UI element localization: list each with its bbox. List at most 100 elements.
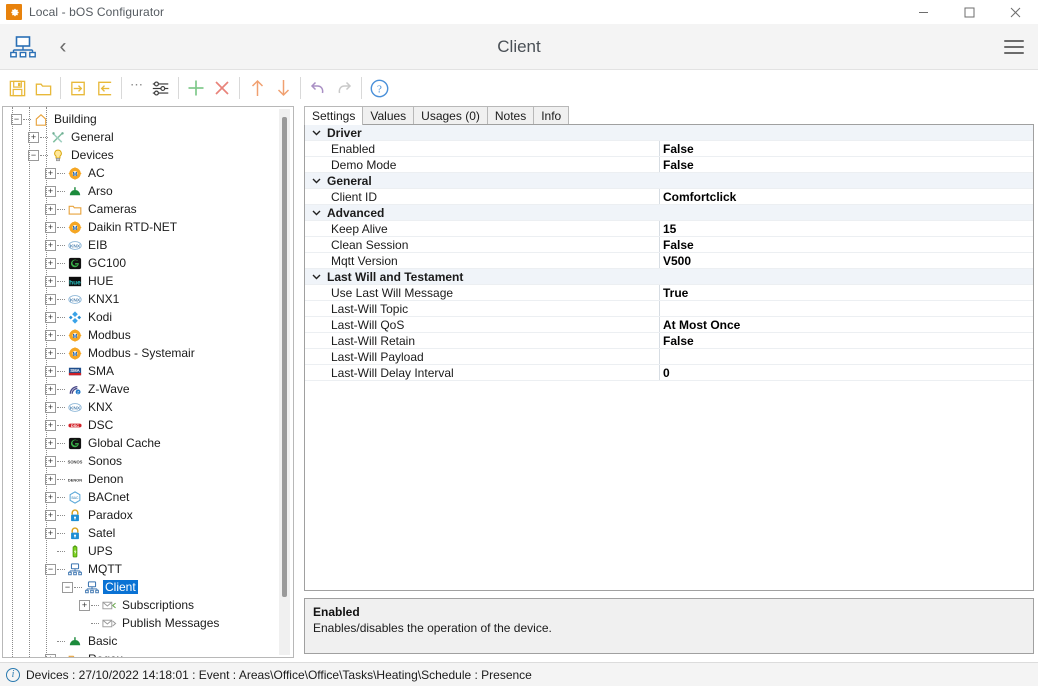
- property-value[interactable]: False: [663, 142, 694, 156]
- tree-item-client[interactable]: − Client: [7, 578, 293, 596]
- property-row[interactable]: Client ID Comfortclick: [305, 189, 1033, 205]
- property-group-header[interactable]: Last Will and Testament: [305, 269, 1033, 285]
- property-row[interactable]: Enabled False: [305, 141, 1033, 157]
- device-tree[interactable]: − Building + General − Devices + M AC + Arso + Camer…: [3, 107, 293, 657]
- property-column-divider[interactable]: [659, 221, 660, 237]
- tab-bar[interactable]: Settings Values Usages (0) Notes Info: [304, 106, 1034, 125]
- property-value[interactable]: 0: [663, 366, 670, 380]
- property-column-divider[interactable]: [659, 157, 660, 173]
- export-icon[interactable]: [65, 74, 91, 102]
- property-group-header[interactable]: Advanced: [305, 205, 1033, 221]
- tree-collapse-icon[interactable]: −: [62, 581, 73, 593]
- add-icon[interactable]: [183, 74, 209, 102]
- tree-expand-icon[interactable]: +: [79, 599, 90, 611]
- property-row[interactable]: Last-Will QoS At Most Once: [305, 317, 1033, 333]
- move-up-icon[interactable]: [244, 74, 270, 102]
- tree-item-paradox[interactable]: + Paradox: [7, 506, 293, 524]
- tree-item-global-cache[interactable]: + Global Cache: [7, 434, 293, 452]
- property-value[interactable]: False: [663, 158, 694, 172]
- settings-sliders-icon[interactable]: [148, 74, 174, 102]
- property-column-divider[interactable]: [659, 333, 660, 349]
- hamburger-menu-icon[interactable]: [1004, 39, 1024, 54]
- help-icon[interactable]: ?: [366, 74, 392, 102]
- tree-item-z-wave[interactable]: + Z Z-Wave: [7, 380, 293, 398]
- property-column-divider[interactable]: [659, 285, 660, 301]
- property-column-divider[interactable]: [659, 253, 660, 269]
- tree-item-kodi[interactable]: + Kodi: [7, 308, 293, 326]
- tab-notes[interactable]: Notes: [486, 106, 535, 125]
- property-row[interactable]: Clean Session False: [305, 237, 1033, 253]
- property-column-divider[interactable]: [659, 189, 660, 205]
- tree-item-arso[interactable]: + Arso: [7, 182, 293, 200]
- property-value[interactable]: At Most Once: [663, 318, 740, 332]
- undo-icon[interactable]: [305, 74, 331, 102]
- more-options-icon[interactable]: ⋯: [126, 77, 148, 99]
- tree-item-hue[interactable]: + hue HUE: [7, 272, 293, 290]
- tree-item-mqtt[interactable]: − MQTT: [7, 560, 293, 578]
- tree-item-knx[interactable]: + KNX KNX: [7, 398, 293, 416]
- redo-icon[interactable]: [331, 74, 357, 102]
- chevron-down-icon[interactable]: [305, 208, 327, 219]
- property-row[interactable]: Last-Will Payload: [305, 349, 1033, 365]
- property-group-header[interactable]: Driver: [305, 125, 1033, 141]
- tree-scrollbar-thumb[interactable]: [282, 117, 287, 597]
- tree-item-regex[interactable]: +Regex: [7, 650, 293, 657]
- property-group-header[interactable]: General: [305, 173, 1033, 189]
- close-button[interactable]: [992, 0, 1038, 24]
- tree-item-eib[interactable]: + KNX EIB: [7, 236, 293, 254]
- property-row[interactable]: Use Last Will Message True: [305, 285, 1033, 301]
- tree-scrollbar[interactable]: [279, 109, 290, 655]
- tree-item-modbus-systemair[interactable]: + M Modbus - Systemair: [7, 344, 293, 362]
- tree-item-denon[interactable]: + DENON Denon: [7, 470, 293, 488]
- delete-icon[interactable]: [209, 74, 235, 102]
- property-value[interactable]: False: [663, 334, 694, 348]
- tab-info[interactable]: Info: [533, 106, 570, 125]
- property-value[interactable]: Comfortclick: [663, 190, 736, 204]
- minimize-button[interactable]: [900, 0, 946, 24]
- property-column-divider[interactable]: [659, 237, 660, 253]
- tree-item-ac[interactable]: + M AC: [7, 164, 293, 182]
- chevron-down-icon[interactable]: [305, 176, 327, 187]
- property-column-divider[interactable]: [659, 141, 660, 157]
- tree-item-knx1[interactable]: + KNX KNX1: [7, 290, 293, 308]
- tree-item-bacnet[interactable]: + BAC BACnet: [7, 488, 293, 506]
- maximize-button[interactable]: [946, 0, 992, 24]
- save-icon[interactable]: [4, 74, 30, 102]
- tree-item-ups[interactable]: UPS: [7, 542, 293, 560]
- tab-settings[interactable]: Settings: [304, 106, 364, 125]
- open-folder-icon[interactable]: [30, 74, 56, 102]
- property-value[interactable]: V500: [663, 254, 691, 268]
- property-value[interactable]: True: [663, 286, 688, 300]
- property-row[interactable]: Last-Will Delay Interval 0: [305, 365, 1033, 381]
- property-row[interactable]: Demo Mode False: [305, 157, 1033, 173]
- property-column-divider[interactable]: [659, 349, 660, 365]
- tree-item-daikin-rtd-net[interactable]: + M Daikin RTD-NET: [7, 218, 293, 236]
- tree-item-satel[interactable]: + Satel: [7, 524, 293, 542]
- tree-item-sonos[interactable]: + SONOS Sonos: [7, 452, 293, 470]
- chevron-down-icon[interactable]: [305, 272, 327, 283]
- tree-item-sma[interactable]: + SMA SMA: [7, 362, 293, 380]
- property-grid[interactable]: Driver Enabled False Demo Mode False General C…: [304, 124, 1034, 591]
- tree-item-publish-messages[interactable]: Publish Messages: [7, 614, 293, 632]
- tab-usages-0[interactable]: Usages (0): [413, 106, 488, 125]
- property-value[interactable]: False: [663, 238, 694, 252]
- import-icon[interactable]: [91, 74, 117, 102]
- property-row[interactable]: Mqtt Version V500: [305, 253, 1033, 269]
- tree-item-dsc[interactable]: + DSC DSC: [7, 416, 293, 434]
- chevron-down-icon[interactable]: [305, 128, 327, 139]
- tab-values[interactable]: Values: [362, 106, 415, 125]
- property-value[interactable]: 15: [663, 222, 676, 236]
- property-row[interactable]: Keep Alive 15: [305, 221, 1033, 237]
- tree-item-subscriptions[interactable]: + Subscriptions: [7, 596, 293, 614]
- move-down-icon[interactable]: [270, 74, 296, 102]
- tree-item-gc100[interactable]: + GC100: [7, 254, 293, 272]
- tree-item-cameras[interactable]: + Cameras: [7, 200, 293, 218]
- tree-item-basic[interactable]: Basic: [7, 632, 293, 650]
- property-column-divider[interactable]: [659, 365, 660, 381]
- property-row[interactable]: Last-Will Retain False: [305, 333, 1033, 349]
- tree-item-modbus[interactable]: + M Modbus: [7, 326, 293, 344]
- tree-item-building[interactable]: − Building: [7, 110, 293, 128]
- property-row[interactable]: Last-Will Topic: [305, 301, 1033, 317]
- tree-item-general[interactable]: + General: [7, 128, 293, 146]
- tree-item-devices[interactable]: − Devices: [7, 146, 293, 164]
